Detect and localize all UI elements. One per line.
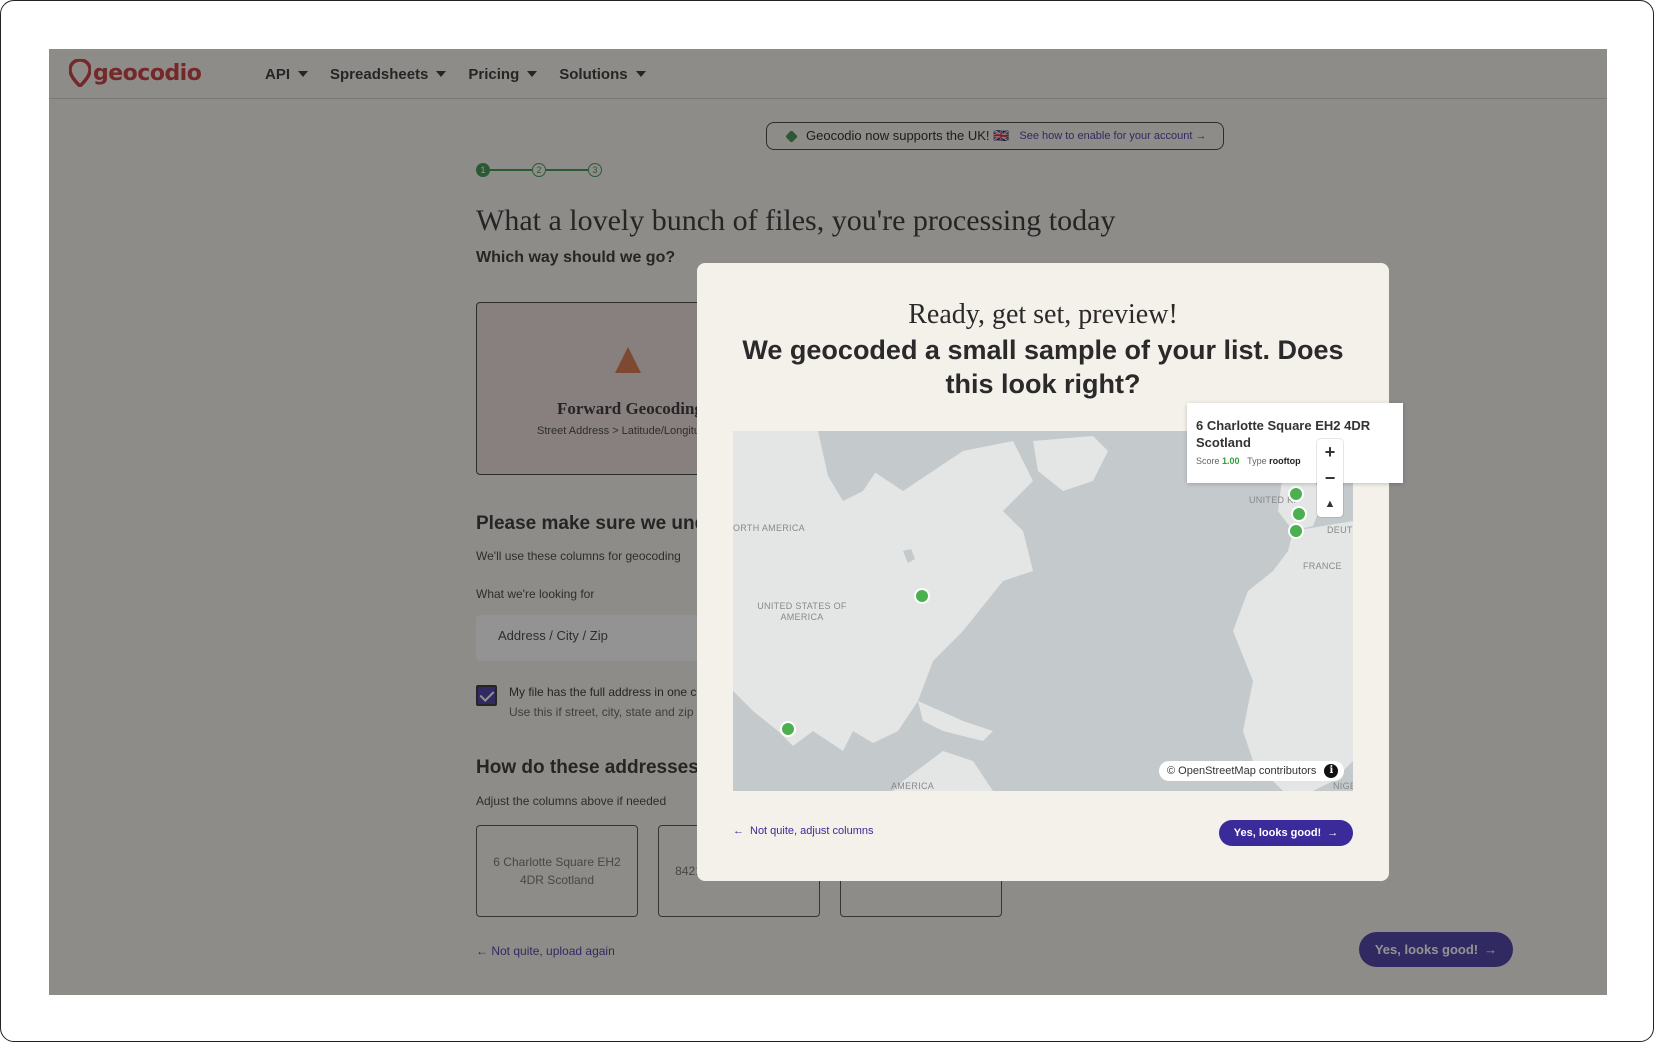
adjust-columns-link[interactable]: ← Not quite, adjust columns xyxy=(733,825,874,837)
link-label: Not quite, adjust columns xyxy=(750,825,874,837)
modal-title: Ready, get set, preview! xyxy=(908,299,1178,330)
button-label: Yes, looks good! xyxy=(1233,827,1322,839)
map-marker[interactable] xyxy=(780,721,796,737)
map-marker[interactable] xyxy=(914,588,930,604)
popup-title: 6 Charlotte Square EH2 4DR Scotland xyxy=(1196,418,1371,450)
plus-icon: + xyxy=(1324,441,1336,462)
map-marker[interactable] xyxy=(1291,506,1307,522)
popup-meta: Score 1.00 Type rooftop xyxy=(1196,456,1301,466)
zoom-in-button[interactable]: + xyxy=(1317,439,1343,465)
map-label-america: AMERICA xyxy=(891,781,935,791)
map-marker[interactable] xyxy=(1288,523,1304,539)
map-label-usa: UNITED STATES OF AMERICA xyxy=(757,601,847,622)
type-value: rooftop xyxy=(1269,456,1301,466)
type-label: Type xyxy=(1247,456,1267,466)
compass-icon: ▲ xyxy=(1324,498,1336,510)
map-label-germany: DEUT xyxy=(1327,525,1353,535)
score-value: 1.00 xyxy=(1222,456,1240,466)
preview-modal: Ready, get set, preview! We geocoded a s… xyxy=(697,263,1389,881)
map-zoom-controls: + − ▲ xyxy=(1317,439,1343,517)
zoom-out-button[interactable]: − xyxy=(1317,465,1343,491)
info-icon[interactable]: i xyxy=(1324,764,1339,778)
map-label-north-america: ORTH AMERICA xyxy=(733,523,805,533)
map-popup: 6 Charlotte Square EH2 4DR Scotland Scor… xyxy=(1187,403,1403,483)
arrow-right-icon: → xyxy=(1327,827,1339,839)
arrow-left-icon: ← xyxy=(733,825,744,837)
map-marker[interactable] xyxy=(1288,486,1304,502)
preview-map[interactable]: ORTH AMERICA UNITED STATES OF AMERICA UN… xyxy=(733,431,1353,791)
attribution-text: © OpenStreetMap contributors xyxy=(1167,765,1317,777)
reset-north-button[interactable]: ▲ xyxy=(1317,491,1343,517)
browser-frame: geocodio API Spreadsheets Pricing Soluti… xyxy=(0,0,1654,1042)
map-label-france: FRANCE xyxy=(1303,561,1342,571)
modal-yes-button[interactable]: Yes, looks good! → xyxy=(1219,820,1353,846)
score-label: Score xyxy=(1196,456,1220,466)
modal-subtitle: We geocoded a small sample of your list.… xyxy=(742,335,1344,399)
minus-icon: − xyxy=(1324,467,1336,488)
map-attribution: © OpenStreetMap contributors i xyxy=(1159,761,1345,781)
page: geocodio API Spreadsheets Pricing Soluti… xyxy=(49,49,1607,995)
map-label-nigeria: NIGE xyxy=(1333,781,1353,791)
